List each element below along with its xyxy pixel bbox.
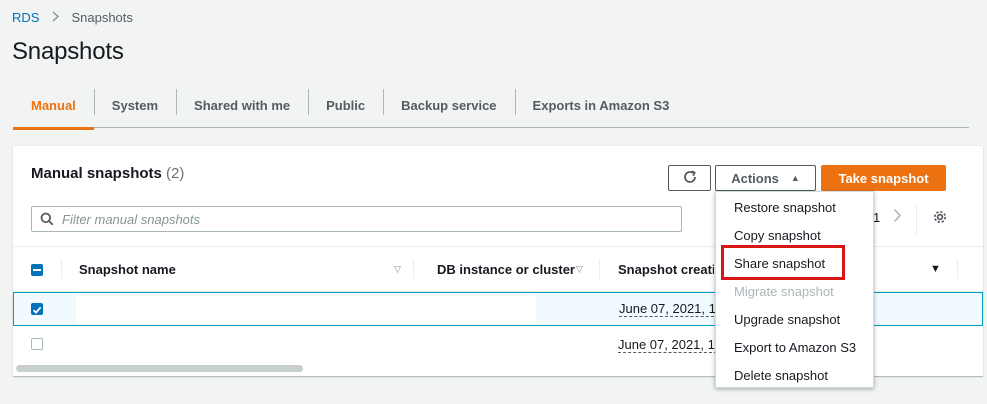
column-divider (599, 259, 600, 279)
row-checkbox[interactable] (31, 338, 43, 350)
caret-up-icon: ▲ (790, 173, 800, 183)
gear-icon[interactable] (932, 209, 948, 230)
row-checkbox[interactable] (31, 303, 43, 315)
creation-time-cell: June 07, 2021, 1: (619, 301, 720, 317)
menu-item-migrate-snapshot: Migrate snapshot (734, 283, 834, 299)
page-number[interactable]: 1 (873, 210, 880, 225)
menu-item-export-to-s3[interactable]: Export to Amazon S3 (716, 333, 873, 361)
horizontal-scrollbar[interactable] (16, 365, 303, 372)
sort-descending-icon[interactable]: ▼ (930, 263, 941, 275)
annotation-highlight-box (721, 245, 845, 280)
refresh-button[interactable] (668, 165, 711, 191)
actions-button[interactable]: Actions ▲ (715, 165, 816, 191)
tab-bar: Manual System Shared with me Public Back… (13, 84, 969, 130)
column-header-snapshot-name[interactable]: Snapshot name (79, 247, 176, 291)
sort-icon[interactable]: ▽ (394, 264, 401, 275)
panel-title: Manual snapshots (2) (31, 165, 184, 182)
tab-shared-with-me[interactable]: Shared with me (176, 84, 308, 128)
creation-time-cell: June 07, 2021, 12 (618, 337, 723, 353)
select-all-checkbox[interactable] (31, 264, 43, 276)
sort-icon[interactable]: ▽ (576, 264, 583, 275)
column-header-db-instance[interactable]: DB instance or cluster (437, 247, 575, 291)
tab-system[interactable]: System (93, 84, 176, 128)
search-icon (32, 212, 62, 226)
breadcrumb: RDS Snapshots (12, 9, 133, 25)
column-divider (957, 259, 958, 279)
filter-placeholder: Filter manual snapshots (62, 211, 201, 227)
column-header-creation-time[interactable]: Snapshot creation time (618, 247, 714, 291)
actions-dropdown-menu: Restore snapshot Copy snapshot Share sna… (715, 191, 874, 388)
actions-label: Actions (731, 170, 779, 186)
filter-input[interactable]: Filter manual snapshots (31, 206, 682, 232)
snapshot-name-cell[interactable] (76, 295, 536, 323)
breadcrumb-link-rds[interactable]: RDS (12, 10, 39, 25)
refresh-icon (682, 169, 698, 188)
snapshot-count: (2) (166, 165, 185, 182)
chevron-right-icon[interactable] (893, 208, 902, 228)
take-snapshot-button[interactable]: Take snapshot (821, 165, 946, 191)
tab-public[interactable]: Public (308, 84, 383, 128)
breadcrumb-current: Snapshots (71, 9, 133, 25)
column-divider (61, 259, 62, 279)
tab-backup-service[interactable]: Backup service (383, 84, 514, 128)
panel-title-text: Manual snapshots (31, 165, 162, 182)
menu-item-delete-snapshot[interactable]: Delete snapshot (716, 361, 873, 389)
tab-exports-s3[interactable]: Exports in Amazon S3 (514, 84, 688, 128)
chevron-right-icon (52, 10, 60, 25)
page-title: Snapshots (12, 38, 124, 65)
menu-item-restore-snapshot[interactable]: Restore snapshot (716, 193, 873, 221)
column-divider (413, 259, 414, 279)
tab-manual[interactable]: Manual (13, 84, 94, 130)
divider (916, 206, 917, 234)
menu-item-upgrade-snapshot[interactable]: Upgrade snapshot (716, 305, 873, 333)
